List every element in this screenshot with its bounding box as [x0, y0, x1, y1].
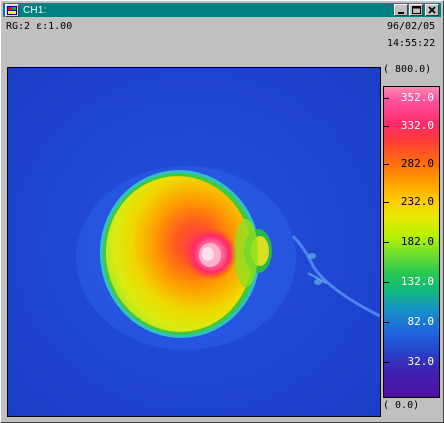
tick-mark: [384, 164, 389, 165]
range-emissivity-readout: RG:2 ε:1.00: [6, 21, 73, 32]
scale-tick: 82.0: [407, 315, 435, 328]
maximize-icon: [411, 6, 421, 14]
tick-mark: [384, 126, 389, 127]
close-button[interactable]: [425, 4, 439, 16]
scale-tick: 32.0: [407, 355, 435, 368]
scale-tick: 332.0: [400, 119, 434, 132]
client-area: RG:2 ε:1.00 96/02/05 14:55:22 (800.0) 3…: [3, 18, 441, 420]
tick-mark: [384, 322, 389, 323]
scale-max-label: ( 800.0): [383, 64, 432, 75]
scale-tick: 132.0: [400, 275, 434, 288]
tick-mark: [384, 362, 389, 363]
tick-mark: [384, 282, 389, 283]
time-readout: 14:55:22: [387, 38, 436, 49]
thermal-image[interactable]: [7, 67, 381, 417]
date-readout: 96/02/05: [387, 21, 436, 32]
scale-tick: 182.0: [400, 235, 434, 248]
maximize-button[interactable]: [409, 4, 423, 16]
app-icon[interactable]: [5, 3, 19, 17]
scale-min-label: ( 0.0): [383, 400, 420, 411]
minimize-button[interactable]: [394, 4, 408, 16]
caption-buttons: [393, 4, 439, 16]
scale-tick: 282.0: [400, 157, 434, 170]
title-bar[interactable]: CH1:: [3, 3, 441, 17]
minimize-icon: [398, 12, 404, 14]
thermal-image-canvas: [8, 68, 380, 416]
window-title: CH1:: [23, 4, 47, 16]
scale-tick: 232.0: [400, 195, 434, 208]
tick-mark: [384, 98, 389, 99]
tick-mark: [384, 242, 389, 243]
temperature-color-bar: 352.0 332.0 282.0 232.0 182.0 132.0 82.0…: [383, 86, 440, 398]
thermal-viewer-window: CH1: RG:2 ε:1.00 96/02/05 14:55:22 (800…: [0, 0, 444, 423]
scale-tick: 352.0: [400, 91, 434, 104]
close-icon: [428, 6, 436, 14]
tick-mark: [384, 202, 389, 203]
